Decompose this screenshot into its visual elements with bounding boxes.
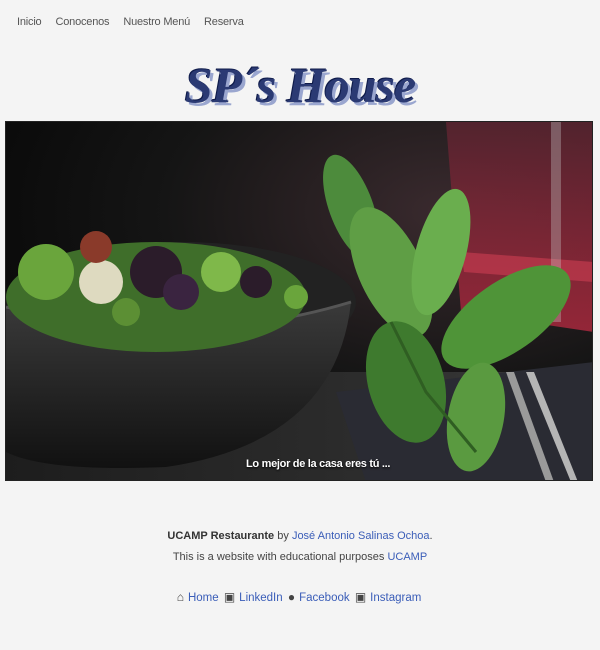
home-link[interactable]: Home <box>188 592 219 604</box>
hero-caption: Lo mejor de la casa eres tú ... <box>246 458 391 470</box>
purpose-text: This is a website with educational purpo… <box>172 551 385 563</box>
salad-photo <box>6 122 592 480</box>
by-text: by <box>277 530 289 542</box>
linkedin-link[interactable]: LinkedIn <box>239 592 282 604</box>
footer: UCAMP Restaurante by José Antonio Salina… <box>0 530 600 563</box>
nav-conocenos[interactable]: Conocenos <box>55 16 109 28</box>
hero-image: Lo mejor de la casa eres tú ... <box>5 121 593 481</box>
footer-purpose: This is a website with educational purpo… <box>0 551 600 563</box>
author-link[interactable]: José Antonio Salinas Ochoa <box>292 530 430 542</box>
top-nav: Inicio Conocenos Nuestro Menú Reserva <box>17 16 244 28</box>
brand-title: SP´s House <box>184 57 416 113</box>
facebook-icon: ● <box>287 590 296 604</box>
nav-reserva[interactable]: Reserva <box>204 16 244 28</box>
instagram-icon: ▣ <box>354 590 367 604</box>
facebook-link[interactable]: Facebook <box>299 592 350 604</box>
instagram-link[interactable]: Instagram <box>370 592 421 604</box>
social-links: ⌂ Home ▣ LinkedIn ● Facebook ▣ Instagram <box>0 590 600 604</box>
footer-credit: UCAMP Restaurante by José Antonio Salina… <box>167 530 433 542</box>
ucamp-link[interactable]: UCAMP <box>387 551 427 563</box>
company-name: UCAMP Restaurante <box>167 530 275 542</box>
home-icon: ⌂ <box>176 590 184 604</box>
nav-nuestro-menu[interactable]: Nuestro Menú <box>123 16 190 28</box>
nav-inicio[interactable]: Inicio <box>17 16 42 28</box>
linkedin-icon: ▣ <box>223 590 236 604</box>
